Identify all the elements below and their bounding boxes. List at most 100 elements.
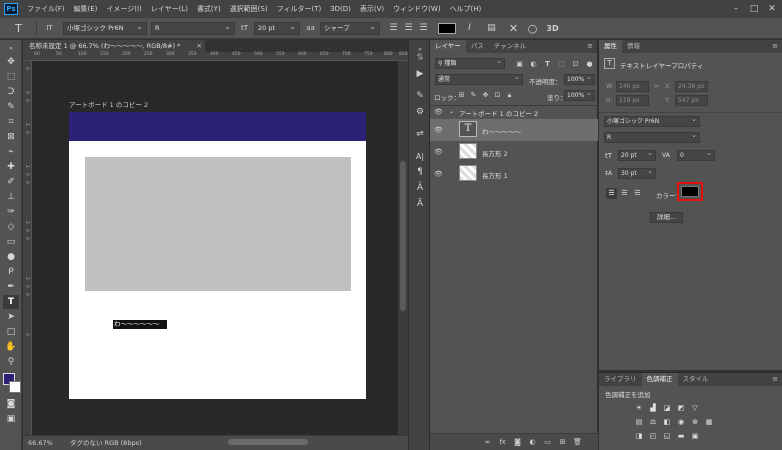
- menu-view[interactable]: 表示(V): [360, 4, 384, 14]
- curves-icon[interactable]: ◪: [662, 403, 672, 413]
- horizontal-scroll-thumb[interactable]: [228, 439, 308, 445]
- quick-select-icon[interactable]: ✎: [3, 100, 19, 114]
- menu-edit[interactable]: 編集(E): [74, 4, 98, 14]
- dodge-tool-icon[interactable]: ᑭ: [3, 265, 19, 279]
- stamp-tool-icon[interactable]: ⊥: [3, 190, 19, 204]
- tab-layers[interactable]: レイヤー: [430, 40, 466, 53]
- lock-artboard-icon[interactable]: ⊡: [492, 90, 503, 101]
- photo-filter-icon[interactable]: ◉: [676, 417, 686, 427]
- cancel-icon[interactable]: ✕: [507, 22, 520, 35]
- color-balance-icon[interactable]: ⚖: [648, 417, 658, 427]
- visibility-eye-icon[interactable]: 👁︎: [434, 108, 443, 116]
- chevron-down-icon[interactable]: ⌄: [449, 108, 454, 115]
- threshold-icon[interactable]: ◱: [662, 431, 672, 441]
- shape-tool-icon[interactable]: □: [3, 325, 19, 339]
- filter-adjust-icon[interactable]: ◐: [528, 59, 539, 70]
- lock-transparent-icon[interactable]: ⊞: [456, 90, 467, 101]
- lock-position-icon[interactable]: ✥: [480, 90, 491, 101]
- screen-mode-icon[interactable]: ▣: [3, 412, 19, 426]
- gradient-tool-icon[interactable]: ▭: [3, 235, 19, 249]
- menu-help[interactable]: ヘルプ(H): [450, 4, 482, 14]
- history-brush-icon[interactable]: ✑: [3, 205, 19, 219]
- black-white-icon[interactable]: ◧: [662, 417, 672, 427]
- brush-panel-icon[interactable]: ✎: [413, 90, 427, 103]
- color-lookup-icon[interactable]: ▦: [704, 417, 714, 427]
- h-field[interactable]: 118 px: [616, 95, 649, 106]
- trash-icon[interactable]: 🗑︎: [572, 437, 583, 448]
- hand-tool-icon[interactable]: ✋: [3, 340, 19, 354]
- menu-select[interactable]: 選択範囲(S): [230, 4, 268, 14]
- character-icon[interactable]: A|: [413, 150, 427, 163]
- antialias-select[interactable]: シャープ: [320, 22, 380, 35]
- lock-pixels-icon[interactable]: ✎: [468, 90, 479, 101]
- blend-mode-select[interactable]: 通常: [435, 74, 523, 85]
- vertical-scroll-thumb[interactable]: [400, 161, 406, 311]
- commit-icon[interactable]: ○: [526, 22, 539, 35]
- font-family-select[interactable]: 小塚ゴシック Pr6N: [604, 116, 700, 127]
- lasso-tool-icon[interactable]: ᑐ: [3, 85, 19, 99]
- text-color-swatch[interactable]: [681, 186, 699, 197]
- tab-properties[interactable]: 属性: [599, 40, 622, 53]
- document-tab[interactable]: 名称未設定 1 @ 66.7% (わ〜〜〜〜〜, RGB/8#) * ✕: [23, 40, 205, 52]
- tab-libraries[interactable]: ライブラリ: [599, 373, 642, 386]
- blur-tool-icon[interactable]: ●: [3, 250, 19, 264]
- tab-adjustments[interactable]: 色調補正: [641, 373, 678, 386]
- crop-tool-icon[interactable]: ⌗: [3, 115, 19, 129]
- brush-settings-icon[interactable]: ⚙: [413, 106, 427, 119]
- tab-info[interactable]: 情報: [622, 40, 645, 53]
- font-size-select[interactable]: 20 pt: [254, 22, 300, 35]
- pen-tool-icon[interactable]: ✒: [3, 280, 19, 294]
- artboard-label[interactable]: アートボード 1 のコピー 2: [69, 99, 148, 109]
- background-color-swatch[interactable]: [9, 381, 21, 393]
- channel-mixer-icon[interactable]: ⊕: [690, 417, 700, 427]
- align-center-icon[interactable]: ☰: [619, 188, 630, 199]
- levels-icon[interactable]: ▟: [648, 403, 658, 413]
- glyphs-icon[interactable]: Ã: [413, 182, 427, 195]
- fx-icon[interactable]: fx: [497, 437, 508, 448]
- align-right-icon[interactable]: ☰: [632, 188, 643, 199]
- vibrance-icon[interactable]: ▽: [690, 403, 700, 413]
- align-left-icon[interactable]: ☰: [387, 22, 400, 35]
- folder-icon[interactable]: ▭: [542, 437, 553, 448]
- invert-icon[interactable]: ◨: [634, 431, 644, 441]
- selective-color-icon[interactable]: ▣: [690, 431, 700, 441]
- gradient-map-icon[interactable]: ▬: [676, 431, 686, 441]
- menu-layer[interactable]: レイヤー(L): [151, 4, 188, 14]
- eraser-tool-icon[interactable]: ◇: [3, 220, 19, 234]
- tab-channels[interactable]: チャンネル: [489, 40, 531, 53]
- font-family-select[interactable]: 小塚ゴシック Pr6N: [63, 22, 147, 35]
- adjust-icon[interactable]: ⇌: [413, 128, 427, 141]
- marquee-tool-icon[interactable]: ⬚: [3, 70, 19, 84]
- link-icon[interactable]: ∞: [482, 437, 493, 448]
- mask-icon[interactable]: ◙: [512, 437, 523, 448]
- close-document-icon[interactable]: ✕: [197, 40, 202, 52]
- hue-icon[interactable]: ▤: [634, 417, 644, 427]
- text-tool-preset-icon[interactable]: T: [12, 22, 25, 35]
- menu-image[interactable]: イメージ(I): [106, 4, 141, 14]
- gray-rectangle-shape[interactable]: [85, 157, 351, 291]
- zoom-level[interactable]: 66.67%: [28, 436, 53, 450]
- w-field[interactable]: 140 px: [616, 81, 649, 92]
- detail-button[interactable]: 詳細...: [650, 212, 683, 223]
- 3d-icon[interactable]: 3D: [546, 22, 559, 35]
- adjustment-icon[interactable]: ◐: [527, 437, 538, 448]
- y-field[interactable]: 547 px: [675, 95, 708, 106]
- quick-mask-icon[interactable]: ◙: [3, 397, 19, 411]
- text-color-swatch[interactable]: [438, 23, 456, 34]
- menu-window[interactable]: ウィンドウ(W): [393, 4, 440, 14]
- link-wh-icon[interactable]: ∞: [654, 83, 659, 90]
- filter-toggle-icon[interactable]: ●: [584, 59, 595, 70]
- panel-menu-icon[interactable]: ≡: [772, 375, 778, 383]
- healing-brush-icon[interactable]: ✚: [3, 160, 19, 174]
- filter-pixel-icon[interactable]: ▣: [514, 59, 525, 70]
- frame-tool-icon[interactable]: ⊠: [3, 130, 19, 144]
- brush-tool-icon[interactable]: ✐: [3, 175, 19, 189]
- layer-group-row[interactable]: 👁︎ ⌄ アートボード 1 のコピー 2: [430, 106, 598, 119]
- paragraph-icon[interactable]: ¶: [413, 166, 427, 179]
- align-right-icon[interactable]: ☰: [417, 22, 430, 35]
- opacity-field[interactable]: 100%: [564, 74, 595, 85]
- text-orientation-icon[interactable]: IT: [43, 22, 56, 35]
- tab-paths[interactable]: パス: [466, 40, 489, 53]
- new-layer-icon[interactable]: ⊞: [557, 437, 568, 448]
- layer-row[interactable]: 👁︎ 長方形 1: [430, 163, 598, 185]
